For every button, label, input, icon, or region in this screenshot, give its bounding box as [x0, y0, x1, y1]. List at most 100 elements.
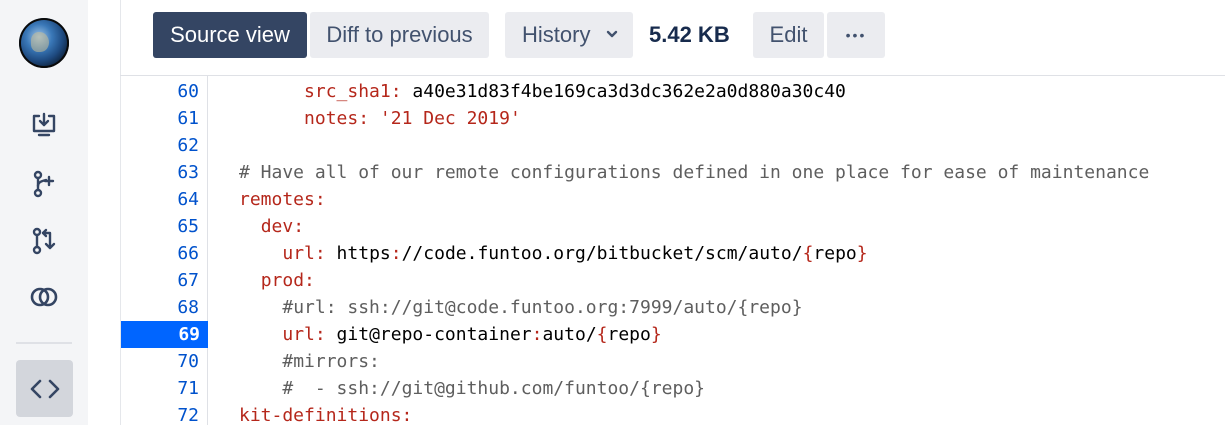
- history-label: History: [522, 22, 591, 47]
- line-number[interactable]: 68: [121, 294, 199, 321]
- code-line: 70 #mirrors:: [121, 348, 1225, 375]
- line-number[interactable]: 62: [121, 132, 199, 159]
- line-number[interactable]: 69: [121, 321, 208, 348]
- code-comment: # - ssh://git@github.com/funtoo/{repo}: [282, 378, 705, 399]
- more-actions-button[interactable]: •••: [827, 12, 885, 58]
- source-view-button[interactable]: Source view: [153, 12, 307, 58]
- chevron-down-icon: [606, 30, 618, 38]
- code-icon[interactable]: [16, 360, 73, 417]
- line-code: # - ssh://git@github.com/funtoo/{repo}: [239, 375, 705, 402]
- yaml-brace: }: [650, 324, 662, 345]
- line-number[interactable]: 64: [121, 186, 199, 213]
- yaml-key: url:: [282, 243, 326, 264]
- line-number[interactable]: 60: [121, 78, 199, 105]
- line-number[interactable]: 61: [121, 105, 199, 132]
- line-number-text: 67: [177, 270, 199, 291]
- code-line: 62: [121, 132, 1225, 159]
- code-comment: # Have all of our remote configurations …: [239, 162, 1150, 183]
- code-line: 65 dev:: [121, 213, 1225, 240]
- line-number[interactable]: 67: [121, 267, 199, 294]
- yaml-key: src_sha1:: [304, 81, 402, 102]
- branch-icon[interactable]: [22, 162, 66, 206]
- yaml-colon: :: [390, 243, 402, 264]
- edit-button[interactable]: Edit: [753, 12, 824, 58]
- yaml-colon: :: [531, 324, 543, 345]
- toolbar-divider: [120, 75, 1225, 76]
- line-code: url: https://code.funtoo.org/bitbucket/s…: [239, 240, 868, 267]
- line-number[interactable]: 70: [121, 348, 199, 375]
- line-number-text: 68: [177, 297, 199, 318]
- yaml-value: a40e31d83f4be169ca3d3dc362e2a0d880a30c40: [401, 81, 846, 102]
- code-line: 60 src_sha1: a40e31d83f4be169ca3d3dc362e…: [121, 78, 1225, 105]
- line-number-text: 62: [177, 135, 199, 156]
- yaml-string: '21 Dec 2019': [369, 108, 521, 129]
- code-line: 63 # Have all of our remote configuration…: [121, 159, 1225, 186]
- line-number-text: 61: [177, 108, 199, 129]
- line-number-text: 71: [177, 378, 199, 399]
- yaml-key: notes:: [304, 108, 370, 129]
- code-line: 69 url: git@repo-container:auto/{repo}: [121, 321, 1225, 348]
- line-number[interactable]: 66: [121, 240, 199, 267]
- code-comment: #url: ssh://git@code.funtoo.org:7999/aut…: [282, 297, 803, 318]
- yaml-key: kit-definitions:: [239, 405, 413, 426]
- line-number-text: 64: [177, 189, 199, 210]
- sidebar: [0, 0, 88, 425]
- diff-to-previous-button[interactable]: Diff to previous: [310, 12, 489, 58]
- file-size: 5.42 KB: [649, 22, 730, 47]
- yaml-value: git@repo-container: [325, 324, 532, 345]
- yaml-value: auto/: [542, 324, 597, 345]
- yaml-key: prod:: [260, 270, 315, 291]
- compare-icon[interactable]: [22, 275, 66, 319]
- line-number-text: 60: [177, 81, 199, 102]
- yaml-value: repo: [813, 243, 857, 264]
- code-line: 71 # - ssh://git@github.com/funtoo/{repo…: [121, 375, 1225, 402]
- line-number-text: 70: [177, 351, 199, 372]
- code-line: 64 remotes:: [121, 186, 1225, 213]
- line-code: dev:: [239, 213, 304, 240]
- line-number-text: 66: [177, 243, 199, 264]
- line-number[interactable]: 63: [121, 159, 199, 186]
- history-dropdown[interactable]: History: [505, 12, 633, 58]
- line-number[interactable]: 65: [121, 213, 199, 240]
- line-code: url: git@repo-container:auto/{repo}: [239, 321, 662, 348]
- avatar[interactable]: [19, 18, 69, 68]
- more-icon: •••: [845, 27, 867, 43]
- line-number-text: 63: [177, 162, 199, 183]
- yaml-value: repo: [607, 324, 651, 345]
- yaml-value: https: [325, 243, 391, 264]
- line-code: # Have all of our remote configurations …: [239, 159, 1149, 186]
- yaml-key: url:: [282, 324, 326, 345]
- line-code: notes: '21 Dec 2019': [239, 105, 521, 132]
- sidebar-divider: [16, 342, 72, 344]
- yaml-value: //code.funtoo.org/bitbucket/scm/auto/: [401, 243, 803, 264]
- line-code: #mirrors:: [239, 348, 380, 375]
- code-line: 66 url: https://code.funtoo.org/bitbucke…: [121, 240, 1225, 267]
- line-code: #url: ssh://git@code.funtoo.org:7999/aut…: [239, 294, 803, 321]
- yaml-brace: {: [802, 243, 814, 264]
- line-code: prod:: [239, 267, 315, 294]
- yaml-brace: {: [596, 324, 608, 345]
- line-code: remotes:: [239, 186, 326, 213]
- line-number-text: 65: [177, 216, 199, 237]
- line-number[interactable]: 71: [121, 375, 199, 402]
- line-number-text: 72: [177, 405, 199, 426]
- code-comment: #mirrors:: [282, 351, 380, 372]
- yaml-key: dev:: [260, 216, 305, 237]
- code-line: 61 notes: '21 Dec 2019': [121, 105, 1225, 132]
- code-line: 67 prod:: [121, 267, 1225, 294]
- pull-request-icon[interactable]: [22, 219, 66, 263]
- download-icon[interactable]: [22, 104, 66, 148]
- line-number-text: 69: [178, 324, 200, 345]
- line-code: src_sha1: a40e31d83f4be169ca3d3dc362e2a0…: [239, 78, 846, 105]
- yaml-brace: }: [856, 243, 868, 264]
- yaml-key: remotes:: [239, 189, 326, 210]
